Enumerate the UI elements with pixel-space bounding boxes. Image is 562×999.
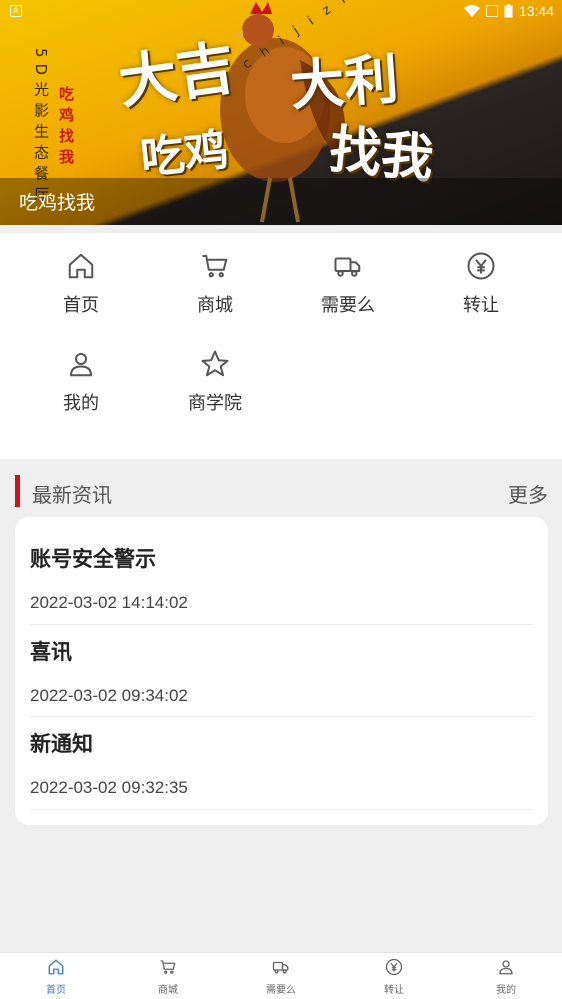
menu-item-label: 首页 [63,295,99,316]
banner-vertical-red-text: 吃鸡找我 [57,86,75,170]
tab-label: 转让 [384,985,404,996]
tab-label: 需要么 [266,985,296,996]
tab-mine[interactable]: 我的 [450,958,562,996]
home-icon [48,959,64,975]
news-item[interactable]: 账号安全警示 2022-03-02 14:14:02 [30,543,533,625]
menu-item-mall[interactable]: 商城 [148,251,282,317]
tab-need[interactable]: 需要么 [225,958,337,996]
news-item[interactable]: 新通知 2022-03-02 09:32:35 [30,728,533,810]
news-item-date: 2022-03-02 14:14:02 [30,593,188,612]
banner[interactable]: 5D光影生态餐厅 吃鸡找我 大吉 大利 吃鸡 找我 chijizhaowo 吃鸡… [0,0,562,225]
news-card: 账号安全警示 2022-03-02 14:14:02 喜讯 2022-03-02… [15,517,548,825]
news-more-link[interactable]: 更多 [508,479,548,508]
tab-label: 商城 [158,985,178,996]
news-header: 最新资讯 更多 [0,470,562,510]
tab-home[interactable]: 首页 [0,958,112,996]
news-item-title: 新通知 [30,732,93,756]
truck-icon [334,257,361,277]
bottom-tab-bar: 首页 商城 需要么 转让 我的 [0,952,562,999]
news-title: 最新资讯 [32,483,112,507]
tab-label: 我的 [496,985,516,996]
menu-item-label: 商城 [197,295,233,316]
status-time: 13:44 [518,3,554,19]
menu-item-label: 我的 [63,393,99,414]
menu-item-label: 商学院 [188,393,242,414]
yen-icon [385,958,403,976]
signal-icon [485,5,498,17]
tab-mall[interactable]: 商城 [112,958,224,996]
banner-calligraphy-3: 吃鸡 [138,124,231,185]
wifi-icon [463,5,480,17]
menu-item-label: 转让 [463,295,499,316]
cart-icon [160,960,176,974]
menu-item-home[interactable]: 首页 [14,251,148,317]
notification-icon: A [10,5,22,17]
menu-item-label: 需要么 [321,295,375,316]
banner-caption: 吃鸡找我 [19,192,96,214]
menu-item-transfer[interactable]: 转让 [414,251,548,317]
menu-item-academy[interactable]: 商学院 [148,349,282,415]
truck-icon [272,961,289,974]
news-item[interactable]: 喜讯 2022-03-02 09:34:02 [30,636,533,717]
status-bar: A 13:44 [0,0,562,24]
news-item-title: 账号安全警示 [30,547,156,571]
tab-label: 首页 [46,985,66,996]
home-icon [68,253,94,279]
yen-icon [467,252,495,280]
menu-item-need[interactable]: 需要么 [281,251,415,317]
battery-icon [504,4,513,18]
tab-transfer[interactable]: 转让 [338,958,450,996]
star-icon [201,350,229,377]
news-item-date: 2022-03-02 09:32:35 [30,778,188,797]
news-item-title: 喜讯 [30,640,72,664]
menu-grid: 首页 商城 需要么 转让 我的 商学院 [0,233,562,459]
news-accent-bar [15,475,20,507]
user-icon [499,960,513,975]
banner-calligraphy-1: 大吉 [114,33,239,117]
user-icon [69,353,93,377]
news-item-date: 2022-03-02 09:34:02 [30,686,188,705]
menu-item-mine[interactable]: 我的 [14,349,148,415]
cart-icon [202,255,228,278]
